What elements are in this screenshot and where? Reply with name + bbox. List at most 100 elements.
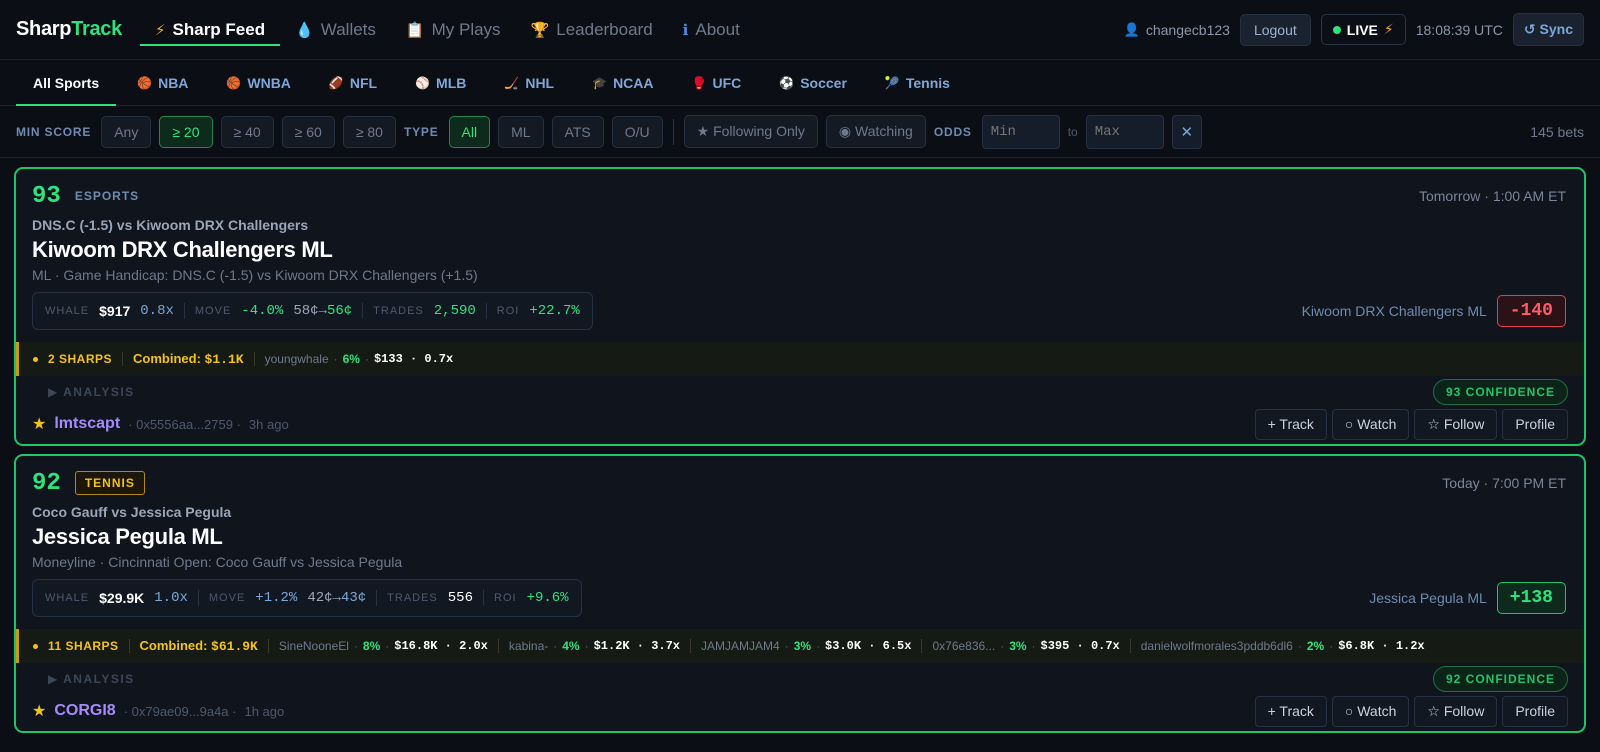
tab-ufc[interactable]: 🥊 UFC: [675, 60, 759, 105]
nav-leaderboard[interactable]: 🏆 Leaderboard: [516, 0, 668, 60]
watch-button[interactable]: ○ Watch: [1331, 408, 1410, 440]
confidence-badge: 93 CONFIDENCE: [1432, 379, 1568, 405]
divider: [921, 639, 923, 653]
bet-card[interactable]: 93 ESPORTS Tomorrow · 1:00 AM ET DNS.C (…: [14, 167, 1586, 446]
matchup: Coco Gauff vs Jessica Pegula: [32, 504, 232, 520]
tab-mlb[interactable]: ⚾ MLB: [398, 60, 483, 105]
divider: [1129, 639, 1131, 653]
nav-label: Leaderboard: [556, 19, 653, 39]
whale-entry[interactable]: youngwhale · 6% · $133 · 0.7x: [265, 352, 454, 366]
nav-wallets[interactable]: 💧 Wallets: [280, 0, 391, 60]
lightning-icon: ⚡: [1383, 21, 1394, 37]
min-score-label: MIN SCORE: [16, 124, 92, 139]
tab-nba[interactable]: 🏀 NBA: [120, 60, 205, 105]
confidence-badge: 92 CONFIDENCE: [1432, 666, 1568, 692]
divider: [483, 590, 484, 606]
whale-amount: $917: [99, 303, 131, 319]
sharps-dot-icon: [33, 643, 38, 649]
follow-button[interactable]: ☆ Follow: [1414, 695, 1498, 727]
tab-all-sports[interactable]: All Sports: [16, 60, 117, 106]
follow-button[interactable]: ☆ Follow: [1414, 408, 1498, 440]
pick-title: Kiwoom DRX Challengers ML: [32, 237, 333, 262]
live-label: LIVE: [1346, 21, 1378, 38]
whale-entry[interactable]: kabina- · 4% · $1.2K · 3.7x: [509, 639, 680, 653]
type-ml[interactable]: ML: [498, 115, 544, 148]
divider: [183, 303, 185, 319]
separator-dot: ·: [1297, 639, 1302, 653]
whale-name: youngwhale: [264, 352, 329, 366]
tab-nfl[interactable]: 🏈 NFL: [312, 60, 394, 105]
watching-toggle[interactable]: ◉ Watching: [825, 115, 926, 148]
whale-entry[interactable]: SineNooneEl · 8% · $16.8K · 2.0x: [279, 639, 488, 653]
time-ago: 3h ago: [248, 416, 289, 432]
game-time: Today · 7:00 PM ET: [1442, 475, 1566, 491]
type-all[interactable]: All: [448, 115, 491, 148]
type-ats[interactable]: ATS: [551, 115, 604, 148]
roi-label: ROI: [494, 592, 517, 604]
info-icon: ℹ: [682, 21, 689, 39]
tab-wnba[interactable]: 🏀 WNBA: [209, 60, 308, 105]
move-label: MOVE: [208, 592, 246, 604]
tab-tennis[interactable]: 🎾 Tennis: [868, 60, 967, 105]
clear-odds-button[interactable]: ✕: [1171, 114, 1202, 149]
card-actions: + Track ○ Watch ☆ Follow Profile: [1254, 408, 1568, 440]
whale-entry[interactable]: 0x76e836... · 3% · $395 · 0.7x: [932, 639, 1119, 653]
tab-label: Soccer: [800, 74, 847, 91]
tab-label: WNBA: [247, 74, 291, 91]
sport-tag: TENNIS: [74, 471, 145, 495]
matchup: DNS.C (-1.5) vs Kiwoom DRX Challengers: [32, 217, 309, 233]
min-score-80[interactable]: ≥ 80: [342, 115, 396, 148]
arrow-icon: →: [332, 590, 341, 606]
trader-name[interactable]: lmtscapt: [54, 415, 120, 433]
analysis-toggle[interactable]: ▶ ANALYSIS: [48, 672, 135, 686]
logout-button[interactable]: Logout: [1239, 13, 1311, 46]
type-ou[interactable]: O/U: [611, 115, 663, 148]
trades-count: 2,590: [433, 303, 476, 319]
odds-max-input[interactable]: [1085, 114, 1164, 149]
roi-value: +22.7%: [529, 303, 580, 319]
following-only-toggle[interactable]: ★ Following Only: [683, 115, 818, 148]
bet-stats: WHALE $917 0.8x MOVE -4.0% 58¢→56¢ TRADE…: [32, 292, 593, 330]
divider: [197, 590, 199, 606]
profile-button[interactable]: Profile: [1502, 408, 1568, 440]
whale-name: JAMJAMJAM4: [701, 639, 780, 653]
nav-my-plays[interactable]: 📋 My Plays: [391, 0, 516, 60]
min-score-40[interactable]: ≥ 40: [220, 115, 274, 148]
analysis-toggle[interactable]: ▶ ANALYSIS: [48, 385, 135, 399]
nav-label: About: [695, 19, 740, 39]
tab-soccer[interactable]: ⚽ Soccer: [762, 60, 864, 105]
profile-button[interactable]: Profile: [1502, 695, 1568, 727]
separator-dot: ·: [1329, 639, 1334, 653]
min-score-20[interactable]: ≥ 20: [159, 115, 213, 148]
track-button[interactable]: + Track: [1254, 695, 1327, 727]
tab-ncaa[interactable]: 🎓 NCAA: [575, 60, 670, 105]
track-button[interactable]: + Track: [1254, 408, 1327, 440]
nav-about[interactable]: ℹ About: [668, 0, 755, 60]
watch-button[interactable]: ○ Watch: [1331, 695, 1410, 727]
filter-bar: MIN SCORE Any ≥ 20 ≥ 40 ≥ 60 ≥ 80 TYPE A…: [0, 106, 1600, 158]
sharps-bar: 2 SHARPS Combined: $1.1K youngwhale · 6% · $…: [16, 342, 1584, 376]
star-icon: ★: [32, 416, 47, 433]
whale-amount: $6.8K · 1.2x: [1338, 639, 1425, 653]
divider: [362, 303, 364, 319]
whale-entry[interactable]: danielwolfmorales3pddb6dl6 · 2% · $6.8K · 1.…: [1141, 639, 1425, 653]
min-score-any[interactable]: Any: [101, 115, 152, 148]
sharps-count: 2 SHARPS: [48, 352, 113, 366]
whale-entry[interactable]: JAMJAMJAM4 · 3% · $3.0K · 6.5x: [701, 639, 911, 653]
app-logo[interactable]: SharpTrack: [16, 18, 122, 41]
separator-dot: ·: [1000, 639, 1005, 653]
sharp-score: 93: [32, 182, 61, 210]
bet-card[interactable]: 92 TENNIS Today · 7:00 PM ET Coco Gauff …: [14, 454, 1586, 733]
min-score-60[interactable]: ≥ 60: [281, 115, 335, 148]
whale-amount: $133 · 0.7x: [373, 352, 454, 366]
tab-label: NBA: [158, 74, 189, 91]
separator-dot: ·: [333, 352, 338, 366]
whale-multiplier: 1.0x: [154, 590, 188, 606]
whale-multiplier: 0.8x: [140, 303, 174, 319]
nav-sharp-feed[interactable]: ⚡ Sharp Feed: [139, 0, 281, 60]
bet-count: 145 bets: [1530, 123, 1584, 140]
odds-min-input[interactable]: [981, 114, 1060, 149]
trader-name[interactable]: CORGI8: [54, 702, 115, 720]
sync-button[interactable]: ↺ Sync: [1512, 13, 1584, 46]
tab-nhl[interactable]: 🏒 NHL: [487, 60, 571, 105]
